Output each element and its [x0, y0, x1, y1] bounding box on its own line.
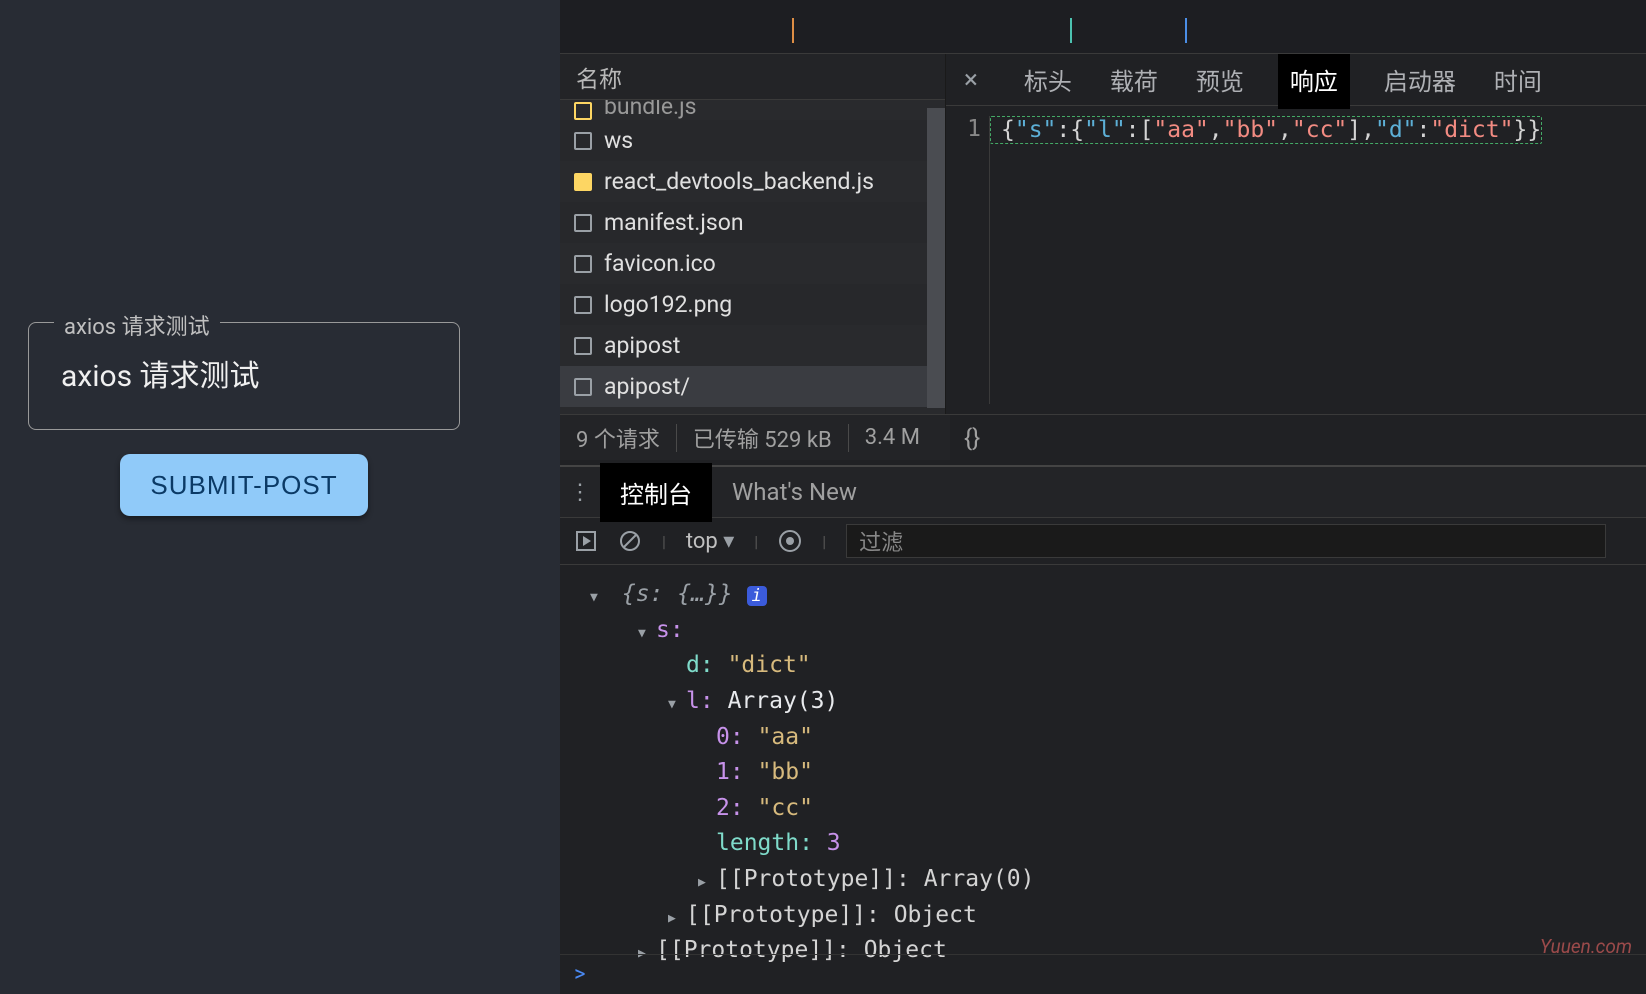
file-icon — [574, 255, 592, 273]
caret-down-icon[interactable] — [638, 613, 656, 649]
console-row[interactable]: length: 3 — [590, 826, 1616, 862]
console-filter-input[interactable]: 过滤 — [846, 524, 1606, 558]
request-name: apipost/ — [604, 373, 690, 400]
request-name: ws — [604, 127, 633, 154]
request-row[interactable]: apipost/ — [560, 366, 945, 407]
status-transfer: 已传输 529 kB — [677, 424, 849, 452]
detail-tabs: × 标头载荷预览响应启动器时间 — [946, 54, 1646, 106]
watermark: Yuuen.com — [1540, 935, 1632, 958]
console-output[interactable]: {s: {…}} i s: d: "dict" l: Array(3) 0: "… — [560, 565, 1646, 981]
response-detail-pane: × 标头载荷预览响应启动器时间 1 {"s":{"l":["aa","bb","… — [946, 54, 1646, 460]
tab-console[interactable]: 控制台 — [600, 463, 712, 522]
console-drawer: ⋮ 控制台 What's New | top | | 过滤 {s: {…}} i… — [560, 465, 1646, 994]
file-icon — [574, 173, 592, 191]
request-list-header[interactable]: 名称 — [560, 54, 945, 100]
detail-tab[interactable]: 载荷 — [1106, 54, 1162, 105]
request-list-panel: 名称 bundle.js ws react_devtools_backend.jsm… — [560, 54, 946, 460]
axios-fieldset: axios 请求测试 axios 请求测试 — [28, 322, 460, 430]
execution-context-icon[interactable] — [574, 529, 598, 553]
console-row[interactable]: 0: "aa" — [590, 720, 1616, 756]
console-row[interactable]: 1: "bb" — [590, 755, 1616, 791]
status-time: 3.4 M — [849, 424, 936, 452]
detail-tab[interactable]: 标头 — [1020, 54, 1076, 105]
response-body[interactable]: 1 {"s":{"l":["aa","bb","cc"],"d":"dict"}… — [946, 106, 1646, 414]
detail-footer: {} — [946, 414, 1646, 460]
caret-right-icon[interactable] — [668, 898, 686, 934]
scope-selector[interactable]: top — [686, 529, 734, 554]
request-name: apipost — [604, 332, 680, 359]
response-json-line[interactable]: {"s":{"l":["aa","bb","cc"],"d":"dict"}} — [990, 116, 1542, 144]
close-icon[interactable]: × — [964, 65, 990, 95]
console-row[interactable]: [[Prototype]]: Object — [590, 898, 1616, 934]
status-count: 9 个请求 — [560, 424, 677, 452]
network-status-bar: 9 个请求 已传输 529 kB 3.4 M — [560, 414, 950, 460]
request-scrollbar[interactable] — [927, 108, 945, 408]
tab-whatsnew[interactable]: What's New — [712, 466, 877, 518]
braces-icon[interactable]: {} — [964, 424, 980, 452]
file-icon — [574, 337, 592, 355]
app-panel: axios 请求测试 axios 请求测试 SUBMIT-POST — [0, 0, 564, 994]
detail-tab[interactable]: 响应 — [1278, 50, 1350, 109]
line-number: 1 — [946, 116, 990, 404]
console-row[interactable]: d: "dict" — [590, 648, 1616, 684]
request-row[interactable]: manifest.json — [560, 202, 945, 243]
console-row[interactable]: s: — [590, 613, 1616, 649]
caret-down-icon[interactable] — [590, 577, 608, 613]
request-row[interactable]: ws — [560, 120, 945, 161]
request-row[interactable]: apipost — [560, 325, 945, 366]
request-row[interactable]: react_devtools_backend.js — [560, 161, 945, 202]
file-icon — [574, 214, 592, 232]
kebab-icon[interactable]: ⋮ — [560, 480, 600, 505]
file-icon — [574, 132, 592, 150]
submit-post-button[interactable]: SUBMIT-POST — [120, 454, 368, 516]
timeline-mark — [792, 18, 794, 43]
network-main: 名称 bundle.js ws react_devtools_backend.jsm… — [560, 54, 1646, 460]
request-row[interactable]: favicon.ico — [560, 243, 945, 284]
request-name: react_devtools_backend.js — [604, 168, 874, 195]
live-expression-icon[interactable] — [778, 529, 802, 553]
request-name: favicon.ico — [604, 250, 716, 277]
drawer-tabs: ⋮ 控制台 What's New — [560, 467, 1646, 517]
request-row[interactable]: logo192.png — [560, 284, 945, 325]
request-items: bundle.js ws react_devtools_backend.jsmani… — [560, 100, 945, 460]
console-prompt[interactable]: > — [560, 954, 1646, 994]
console-toolbar: | top | | 过滤 — [560, 517, 1646, 565]
request-name: bundle.js — [604, 100, 697, 120]
fieldset-body-text: axios 请求测试 — [61, 351, 260, 395]
file-icon — [574, 102, 592, 120]
timeline-mark — [1185, 18, 1187, 43]
info-icon[interactable]: i — [747, 586, 767, 606]
console-row[interactable]: {s: {…}} i — [590, 577, 1616, 613]
request-row[interactable]: bundle.js — [560, 100, 945, 120]
detail-tab[interactable]: 时间 — [1490, 54, 1546, 105]
request-name: logo192.png — [604, 291, 732, 318]
file-icon — [574, 378, 592, 396]
console-row[interactable]: l: Array(3) — [590, 684, 1616, 720]
caret-right-icon[interactable] — [698, 862, 716, 898]
console-row[interactable]: [[Prototype]]: Array(0) — [590, 862, 1616, 898]
clear-console-icon[interactable] — [618, 529, 642, 553]
caret-down-icon[interactable] — [668, 684, 686, 720]
file-icon — [574, 296, 592, 314]
fieldset-legend: axios 请求测试 — [54, 309, 220, 341]
timeline-mark — [1070, 18, 1072, 43]
console-row[interactable]: 2: "cc" — [590, 791, 1616, 827]
detail-tab[interactable]: 启动器 — [1380, 54, 1460, 105]
detail-tab[interactable]: 预览 — [1192, 54, 1248, 105]
network-timeline[interactable] — [560, 0, 1646, 54]
request-name: manifest.json — [604, 209, 744, 236]
